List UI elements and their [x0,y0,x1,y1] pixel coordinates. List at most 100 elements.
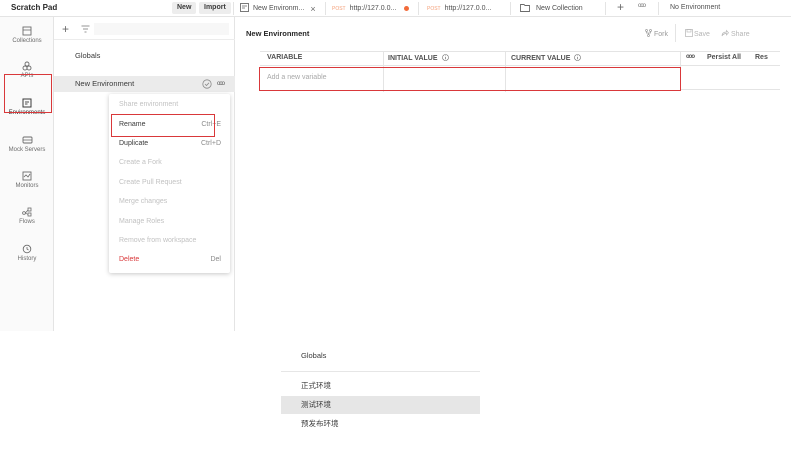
divider [281,371,480,372]
method-badge: POST [332,5,346,12]
menu-item-label: Create a Fork [119,159,162,166]
info-icon[interactable] [441,54,449,63]
environment-dropdown-list: Globals 正式环境 测试环境 预发布环境 [281,345,480,447]
menu-item-label: Remove from workspace [119,237,197,244]
menu-item-label: Delete [119,256,140,263]
divider [510,2,511,15]
rename-highlight-box [111,114,215,137]
menu-item-label: Merge changes [119,198,168,205]
close-icon[interactable]: × [310,4,315,14]
sidebar-item-monitors[interactable]: Monitors [0,171,54,189]
dropdown-item-test[interactable]: 测试环境 [281,396,480,414]
fork-label: Fork [654,30,668,38]
dropdown-item-staging[interactable]: 预发布环境 [281,415,480,433]
import-button[interactable]: Import [199,2,231,14]
filter-icon[interactable] [81,25,90,35]
save-label: Save [694,30,710,38]
dropdown-item-label: Globals [301,351,327,360]
search-input[interactable] [94,23,229,35]
menu-item-share-environment[interactable]: Share environment [119,101,221,108]
dropdown-item-production[interactable]: 正式环境 [281,377,480,395]
menu-item-label: Duplicate [119,140,149,147]
environments-highlight-box [4,74,52,113]
dropdown-item-label: 正式环境 [301,381,331,390]
tab-label: http://127.0.0... [349,5,397,12]
menu-item-duplicate[interactable]: Duplicate Ctrl+D [119,140,221,147]
column-header-label: CURRENT VALUE [511,55,571,62]
menu-item-create-pull-request[interactable]: Create Pull Request [119,179,221,186]
sidebar-item-mock-servers[interactable]: Mock Servers [0,135,54,153]
collection-tab-icon [520,3,530,14]
menu-item-manage-roles[interactable]: Manage Roles [119,218,221,225]
add-variable-input[interactable]: Add a new variable [267,74,327,81]
info-icon[interactable] [574,54,582,63]
share-icon [721,29,729,39]
menu-item-remove-from-workspace[interactable]: Remove from workspace [119,237,221,244]
tab-label: http://127.0.0... [444,5,492,12]
reset-all-button[interactable]: Res [755,54,768,61]
env-item-globals[interactable]: Globals [54,48,235,64]
save-button[interactable]: Save [685,29,710,39]
column-header-variable: VARIABLE [267,54,303,61]
sidebar-rail: Collections APIs Environments Mock Serve… [0,17,54,331]
menu-item-label: Share environment [119,101,179,108]
env-item-new-environment[interactable]: New Environment ooo [54,76,235,92]
new-button[interactable]: New [172,2,197,14]
column-header-label: INITIAL VALUE [388,55,438,62]
more-tabs-icon[interactable]: ooo [638,3,646,9]
apis-icon [22,61,32,71]
persist-all-button[interactable]: Persist All [707,54,741,61]
method-badge: POST [427,5,441,12]
dropdown-item-label: 测试环境 [301,400,331,409]
sidebar-item-collections[interactable]: Collections [0,26,54,44]
sidebar-item-label: Flows [19,219,35,225]
tab-post-request-2[interactable]: POST http://127.0.0... [427,0,491,17]
share-button[interactable]: Share [721,29,750,39]
env-item-label: Globals [75,51,101,60]
divider [233,2,234,15]
menu-item-label: Create Pull Request [119,179,182,186]
fork-icon [645,29,652,39]
monitors-icon [22,171,32,181]
sidebar-item-history[interactable]: History [0,244,54,262]
add-environment-icon[interactable]: + [62,23,69,35]
collections-icon [22,26,32,36]
column-header-initial-value: INITIAL VALUE [388,54,449,63]
dropdown-item-label: 预发布环境 [301,419,339,428]
env-item-label: New Environment [75,79,135,88]
menu-item-delete[interactable]: Delete Del [119,256,221,263]
sidebar-item-label: History [17,256,37,262]
dropdown-item-globals[interactable]: Globals [281,347,480,365]
divider [605,2,606,15]
workspace-title[interactable]: Scratch Pad [11,3,57,12]
divider [54,39,235,40]
share-label: Share [731,30,750,38]
shortcut-label: Del [210,256,221,263]
menu-item-create-fork[interactable]: Create a Fork [119,159,221,166]
active-check-icon[interactable] [202,79,212,95]
add-variable-row[interactable]: Add a new variable [259,67,681,91]
tab-label: New Collection [536,5,583,12]
mock-servers-icon [22,136,32,144]
menu-item-merge-changes[interactable]: Merge changes [119,198,221,205]
shortcut-label: Ctrl+D [200,140,221,147]
flows-icon [21,207,31,217]
sidebar-item-flows[interactable]: Flows [0,207,54,225]
sidebar-item-label: Monitors [15,183,39,189]
tab-post-request-1[interactable]: POST http://127.0.0... [332,0,410,17]
tab-new-environment[interactable]: New Environm... × [240,0,316,17]
page-title: New Environment [246,29,310,38]
more-options-icon[interactable]: ooo [217,76,225,92]
menu-item-label: Manage Roles [119,218,165,225]
fork-button[interactable]: Fork [645,29,668,39]
column-divider [680,51,681,67]
history-icon [22,244,32,254]
add-tab-icon[interactable]: + [617,0,624,14]
tab-new-collection[interactable]: New Collection [520,0,583,17]
column-header-current-value: CURRENT VALUE [511,54,582,63]
environment-selector[interactable]: No Environment [670,4,720,11]
table-options-icon[interactable]: ooo [686,54,695,60]
sidebar-item-label: Mock Servers [8,147,46,153]
top-bar: Scratch Pad New Import New Environm... ×… [0,0,791,17]
divider [675,24,676,42]
